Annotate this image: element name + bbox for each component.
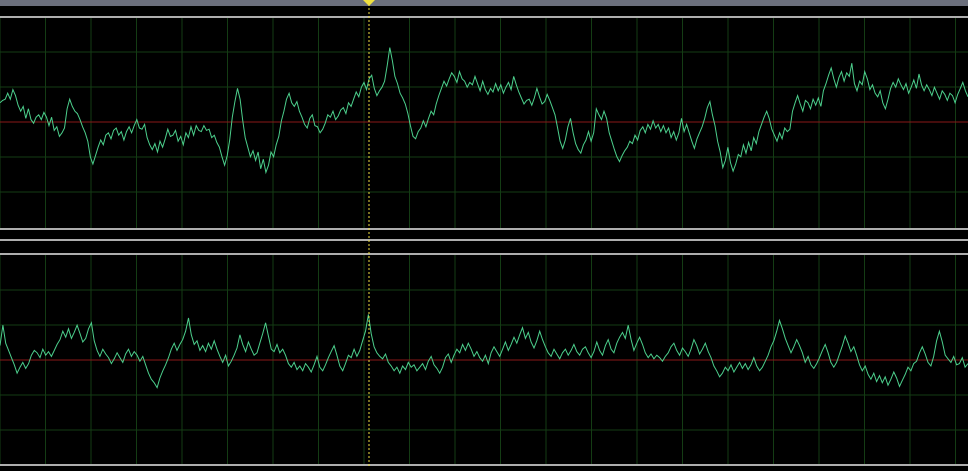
oscilloscope-display <box>0 0 968 467</box>
scope-canvas <box>0 0 968 467</box>
window-top-bar <box>0 0 968 6</box>
display-background <box>0 0 968 467</box>
